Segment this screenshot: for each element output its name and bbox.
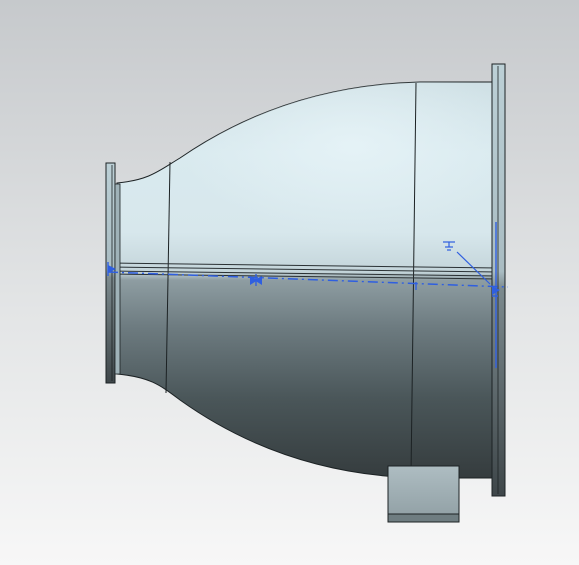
reducer-body[interactable] bbox=[111, 81, 499, 479]
right-flange[interactable] bbox=[491, 63, 506, 497]
model-canvas[interactable] bbox=[0, 0, 579, 565]
support-block[interactable] bbox=[387, 465, 460, 523]
graphics-viewport[interactable] bbox=[0, 0, 579, 565]
